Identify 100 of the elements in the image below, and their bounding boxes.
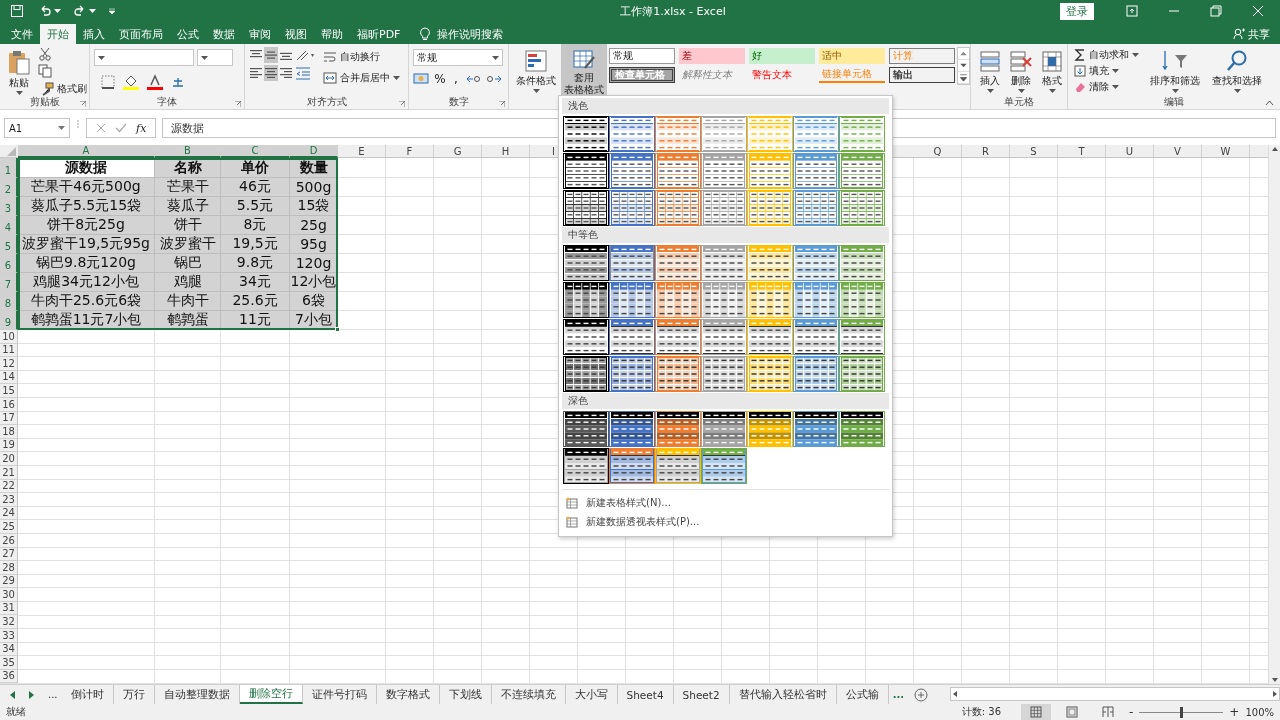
table-style-swatch[interactable] — [563, 448, 609, 484]
restore-icon[interactable] — [1210, 5, 1222, 17]
clear-button[interactable]: 清除 — [1072, 79, 1141, 94]
row-header[interactable]: 7 — [0, 273, 18, 292]
table-style-swatch[interactable] — [609, 190, 655, 226]
cell-style-button[interactable]: 常规 — [609, 48, 675, 64]
copy-icon[interactable] — [38, 64, 52, 78]
row-header[interactable]: 18 — [0, 425, 18, 439]
table-style-swatch[interactable] — [701, 356, 747, 392]
table-style-swatch[interactable] — [701, 448, 747, 484]
row-header[interactable]: 32 — [0, 615, 18, 630]
font-size-field[interactable] — [197, 49, 233, 66]
name-box[interactable]: A1 — [4, 118, 70, 138]
table-style-swatch[interactable] — [839, 153, 885, 189]
row-header[interactable]: 3 — [0, 197, 18, 216]
fill-button[interactable]: 填充 — [1072, 63, 1141, 78]
percent-button[interactable]: % — [433, 72, 447, 86]
save-icon[interactable] — [10, 4, 24, 18]
more-sheets-button[interactable]: ... — [44, 685, 62, 704]
table-style-swatch[interactable] — [839, 190, 885, 226]
column-header[interactable]: C — [221, 145, 290, 158]
fill-color-icon[interactable] — [122, 74, 140, 90]
ribbon-tab[interactable]: 福昕PDF — [350, 24, 408, 44]
column-header[interactable]: A — [18, 145, 155, 158]
align-button[interactable] — [279, 65, 293, 81]
sheet-tab[interactable]: 删除空行 — [239, 685, 303, 704]
table-style-swatch[interactable] — [701, 153, 747, 189]
cells-button[interactable]: 格式 — [1037, 47, 1067, 95]
row-header[interactable]: 33 — [0, 629, 18, 643]
view-button[interactable] — [1021, 704, 1051, 720]
table-style-swatch[interactable] — [655, 319, 701, 355]
tell-me-search[interactable]: 操作说明搜索 — [407, 24, 512, 44]
table-style-swatch[interactable] — [563, 319, 609, 355]
expand-gallery-icon[interactable] — [958, 72, 969, 84]
row-header[interactable]: 6 — [0, 254, 18, 273]
table-style-swatch[interactable] — [793, 319, 839, 355]
row-header[interactable]: 8 — [0, 292, 18, 311]
table-style-swatch[interactable] — [701, 116, 747, 152]
cells-button[interactable]: 删除 — [1006, 47, 1036, 95]
row-header[interactable]: 23 — [0, 493, 18, 507]
table-style-swatch[interactable] — [609, 356, 655, 392]
row-header[interactable]: 1 — [0, 158, 18, 178]
paste-button[interactable]: 粘贴 — [4, 47, 34, 95]
table-style-swatch[interactable] — [701, 319, 747, 355]
table-style-swatch[interactable] — [609, 245, 655, 281]
table-style-swatch[interactable] — [793, 245, 839, 281]
table-style-swatch[interactable] — [793, 282, 839, 318]
row-header[interactable]: 4 — [0, 216, 18, 235]
autosum-button[interactable]: 自动求和 — [1072, 47, 1141, 62]
table-style-swatch[interactable] — [655, 356, 701, 392]
table-style-swatch[interactable] — [609, 411, 655, 447]
vertical-scrollbar[interactable] — [1268, 145, 1280, 684]
row-header[interactable]: 28 — [0, 561, 18, 575]
row-header[interactable]: 9 — [0, 311, 18, 330]
menu-item[interactable]: 新建数据透视表样式(P)... — [562, 513, 889, 530]
ribbon-tab[interactable]: 页面布局 — [112, 24, 170, 44]
cell-style-button[interactable]: 输出 — [889, 67, 955, 83]
ribbon-tab[interactable]: 视图 — [278, 24, 314, 44]
format-as-table-button[interactable]: 套用 表格格式 — [561, 44, 607, 96]
table-style-swatch[interactable] — [609, 116, 655, 152]
next-sheet-icon[interactable] — [28, 690, 34, 699]
cell-style-button[interactable]: 适中 — [819, 48, 885, 64]
font-color-icon[interactable] — [146, 74, 164, 90]
cell-style-button[interactable]: 解释性文本 — [679, 67, 745, 83]
previous-sheet-icon[interactable] — [10, 690, 16, 699]
table-style-swatch[interactable] — [609, 282, 655, 318]
zoom-in-button[interactable]: + — [1229, 705, 1240, 719]
table-style-swatch[interactable] — [563, 116, 609, 152]
row-header[interactable]: 20 — [0, 452, 18, 466]
row-header[interactable]: 2 — [0, 178, 18, 197]
ribbon-tab[interactable]: 开始 — [40, 24, 76, 44]
row-header[interactable]: 10 — [0, 330, 18, 344]
table-style-swatch[interactable] — [563, 282, 609, 318]
table-style-swatch[interactable] — [839, 319, 885, 355]
table-style-swatch[interactable] — [655, 153, 701, 189]
table-style-swatch[interactable] — [655, 190, 701, 226]
cell-style-button[interactable]: 好 — [749, 48, 815, 64]
table-style-swatch[interactable] — [609, 448, 655, 484]
ribbon-options-icon[interactable] — [1126, 5, 1138, 17]
row-header[interactable]: 5 — [0, 235, 18, 254]
horizontal-scrollbar[interactable] — [950, 687, 1280, 701]
font-name-field[interactable] — [94, 49, 194, 66]
find-select-button[interactable]: 查找和选择 — [1209, 47, 1265, 95]
table-style-swatch[interactable] — [563, 153, 609, 189]
border-icon[interactable] — [100, 74, 116, 90]
customize-icon[interactable] — [108, 7, 116, 15]
share-button[interactable]: 共享 — [1233, 24, 1280, 44]
table-style-swatch[interactable] — [793, 356, 839, 392]
close-icon[interactable] — [1252, 5, 1264, 17]
merge-center-button[interactable]: 合并后居中 — [321, 70, 402, 85]
more-sheets-button[interactable]: ... — [888, 685, 909, 704]
login-button[interactable]: 登录 — [1060, 2, 1094, 20]
scissors-icon[interactable] — [38, 47, 52, 61]
align-button[interactable] — [264, 65, 278, 81]
row-header[interactable]: 30 — [0, 588, 18, 602]
table-style-swatch[interactable] — [701, 282, 747, 318]
table-style-swatch[interactable] — [793, 411, 839, 447]
collapse-ribbon-icon[interactable] — [1265, 100, 1274, 106]
wrap-text-button[interactable]: 自动换行 — [321, 49, 402, 64]
row-header[interactable]: 12 — [0, 357, 18, 371]
